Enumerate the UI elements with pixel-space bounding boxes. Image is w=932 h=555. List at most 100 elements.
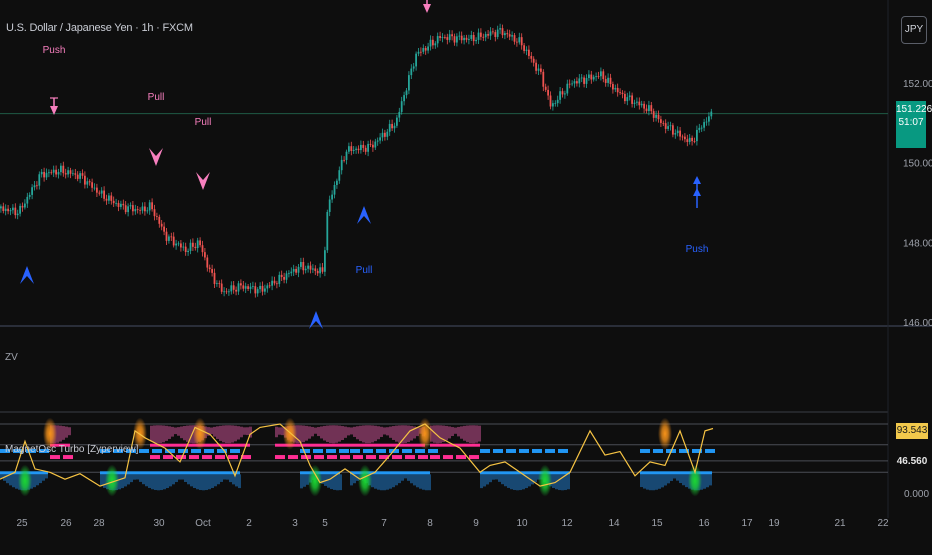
candle-body bbox=[64, 173, 67, 175]
cyan-cloud-bar bbox=[377, 474, 380, 490]
signal-chevron bbox=[357, 206, 371, 224]
candle-body bbox=[151, 202, 153, 210]
candle-body bbox=[295, 268, 297, 273]
candle-body bbox=[638, 101, 641, 106]
candle-body bbox=[556, 99, 559, 104]
signal-chevron bbox=[149, 148, 163, 166]
candle-body bbox=[427, 46, 429, 51]
cyan-cloud-bar bbox=[127, 474, 130, 485]
candle-body bbox=[679, 130, 681, 137]
candle-body bbox=[372, 144, 374, 148]
candle-body bbox=[648, 105, 650, 112]
magenta-cloud-bar bbox=[168, 426, 171, 439]
candle-body bbox=[7, 208, 9, 212]
time-tick-label: 16 bbox=[698, 518, 710, 529]
magenta-cloud-bar bbox=[332, 425, 335, 444]
magenta-cloud-bar bbox=[174, 427, 177, 435]
candle-body bbox=[259, 285, 261, 290]
candle-body bbox=[379, 137, 381, 141]
candle-body bbox=[271, 280, 273, 286]
candle-body bbox=[446, 37, 449, 40]
cyan-dash bbox=[326, 448, 336, 453]
candle-body bbox=[252, 286, 254, 287]
cyan-cloud-bar bbox=[413, 474, 416, 486]
candle-body bbox=[386, 131, 389, 137]
candle-body bbox=[621, 92, 624, 94]
candle-body bbox=[424, 48, 427, 51]
candle-body bbox=[477, 32, 480, 40]
magenta-cloud-bar bbox=[368, 425, 371, 444]
candle-body bbox=[376, 140, 379, 142]
candle-body bbox=[686, 139, 689, 143]
candle-body bbox=[21, 205, 24, 208]
currency-button[interactable]: JPY bbox=[901, 16, 927, 44]
candles bbox=[0, 23, 713, 298]
cyan-cloud-bar bbox=[160, 474, 163, 491]
magenta-dash bbox=[392, 455, 402, 460]
cyan-dash bbox=[519, 448, 529, 453]
cyan-cloud-bar bbox=[178, 474, 181, 480]
cyan-cloud-bar bbox=[528, 474, 531, 487]
cyan-cloud-bar bbox=[208, 474, 211, 490]
magenta-cloud-bar bbox=[469, 425, 472, 444]
cyan-cloud-bar bbox=[416, 474, 419, 488]
tradingview-chart[interactable]: 146.000148.000150.000152.000PushPullPull… bbox=[0, 0, 932, 550]
magenta-cloud-bar bbox=[210, 427, 213, 435]
magenta-dash bbox=[275, 455, 285, 460]
magenta-cloud-bar bbox=[68, 427, 71, 436]
candle-body bbox=[506, 33, 509, 35]
price-tick-label: 150.000 bbox=[903, 159, 932, 170]
cyan-cloud-bar bbox=[121, 474, 124, 489]
indicator-name[interactable]: MagnetOsc Turbo [Zyperview] bbox=[5, 444, 138, 455]
candle-body bbox=[182, 246, 185, 248]
cyan-dash bbox=[376, 448, 386, 453]
cyan-cloud-bar bbox=[422, 474, 425, 490]
candle-body bbox=[688, 137, 691, 143]
magenta-bar bbox=[275, 443, 425, 447]
candle-body bbox=[28, 194, 31, 197]
cyan-cloud-bar bbox=[501, 474, 504, 485]
candle-body bbox=[168, 236, 170, 241]
magenta-cloud-bar bbox=[475, 425, 478, 443]
cyan-cloud-bar bbox=[217, 474, 220, 485]
green-trough-glow bbox=[358, 464, 372, 497]
magenta-cloud-bar bbox=[240, 426, 243, 438]
candle-body bbox=[384, 132, 386, 137]
cyan-dash bbox=[493, 448, 503, 453]
candle-body bbox=[223, 291, 225, 293]
magenta-cloud-bar bbox=[177, 427, 180, 436]
candle-body bbox=[597, 76, 600, 78]
cyan-dash bbox=[705, 448, 715, 453]
magenta-dash bbox=[288, 455, 298, 460]
time-tick-label: 9 bbox=[473, 518, 479, 529]
magenta-dash bbox=[443, 455, 453, 460]
candle-body bbox=[254, 286, 257, 294]
candle-body bbox=[508, 34, 511, 37]
cyan-cloud-bar bbox=[407, 474, 410, 481]
cyan-cloud-bar bbox=[374, 474, 377, 489]
candle-body bbox=[60, 165, 62, 173]
candle-body bbox=[177, 243, 180, 245]
candle-body bbox=[547, 89, 549, 96]
candle-body bbox=[417, 51, 420, 54]
magenta-dash bbox=[418, 455, 428, 460]
candle-body bbox=[420, 51, 422, 53]
candle-body bbox=[480, 32, 482, 37]
candle-body bbox=[333, 185, 336, 195]
candle-body bbox=[537, 68, 540, 71]
magenta-cloud-bar bbox=[353, 426, 356, 437]
magenta-cloud-bar bbox=[454, 427, 457, 434]
candle-body bbox=[652, 111, 655, 118]
chart-canvas[interactable]: 146.000148.000150.000152.000PushPullPull… bbox=[0, 0, 932, 550]
candle-body bbox=[297, 266, 300, 273]
signal-label: Push bbox=[43, 45, 66, 56]
candle-body bbox=[422, 48, 425, 52]
magenta-cloud-bar bbox=[302, 425, 305, 443]
candle-body bbox=[619, 92, 621, 94]
candle-body bbox=[196, 240, 199, 249]
cyan-dash bbox=[204, 448, 214, 453]
candle-body bbox=[475, 39, 477, 42]
cyan-cloud-bar bbox=[184, 474, 187, 483]
cyan-cloud-bar bbox=[519, 474, 522, 491]
cyan-dash bbox=[363, 448, 373, 453]
